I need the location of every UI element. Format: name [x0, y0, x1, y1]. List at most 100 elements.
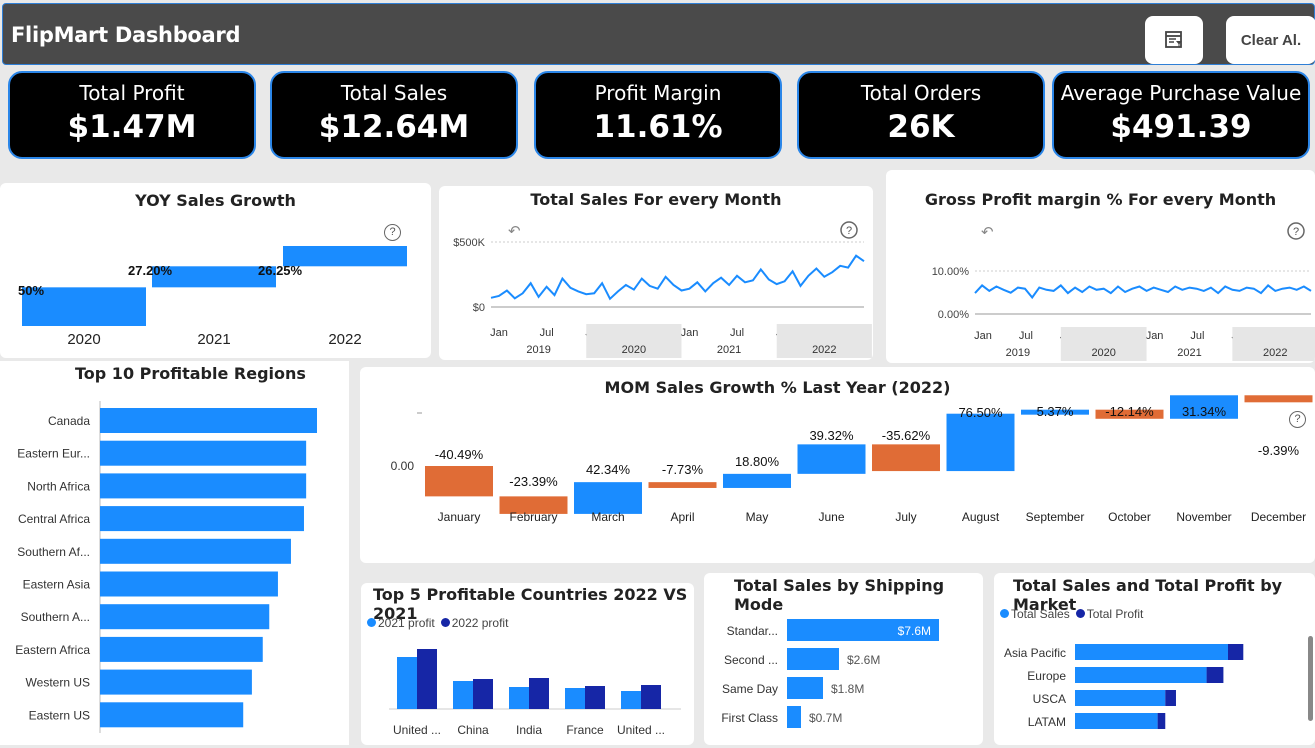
market-profit-bar: [1206, 667, 1224, 683]
clear-all-button[interactable]: Clear Al.: [1226, 16, 1315, 64]
x-tick-label: February: [509, 510, 557, 524]
region-bar: [100, 440, 307, 466]
x-tick-label: 2020: [67, 331, 100, 348]
year-label: 2021: [1177, 347, 1201, 359]
mom-data-label: -40.49%: [435, 447, 484, 462]
year-label: 2022: [1263, 347, 1287, 359]
page-title: FlipMart Dashboard: [11, 23, 241, 47]
market-sales-bar: [1075, 690, 1166, 706]
kpi-total-profit: Total Profit $1.47M: [8, 71, 256, 159]
help-icon-glyph: ?: [1293, 226, 1299, 238]
region-bar: [100, 604, 270, 630]
kpi-label: Total Orders: [860, 81, 982, 105]
x-tick-label: July: [895, 510, 916, 524]
mom-bar: [723, 473, 791, 488]
mom-data-label: -12.14%: [1105, 404, 1154, 419]
y-tick-label: LATAM: [1028, 715, 1066, 729]
help-icon-glyph: ?: [846, 225, 852, 237]
x-tick-label: United ...: [393, 723, 441, 737]
year-label: 2020: [622, 344, 646, 356]
y-tick-label: Asia Pacific: [1004, 646, 1066, 660]
y-tick-label: Eastern Africa: [15, 643, 90, 657]
x-tick-label: Jul: [730, 327, 744, 339]
x-tick-label: October: [1108, 510, 1151, 524]
x-tick-label: United ...: [617, 723, 665, 737]
y-tick-label: Same Day: [722, 682, 778, 696]
filter-pane-button[interactable]: [1145, 16, 1203, 64]
year-label: 2019: [1006, 347, 1030, 359]
yoy-chart: 50% 2020 27.20% 2021 26.25% 2022: [18, 246, 407, 348]
year-label: 2019: [526, 344, 550, 356]
market-chart: Asia Pacific Europe USCA LATAM: [1004, 644, 1244, 729]
x-tick-label: August: [962, 510, 1000, 524]
mom-bar: [797, 444, 866, 474]
mom-data-label: 31.34%: [1182, 404, 1227, 419]
region-bar: [100, 571, 278, 597]
data-label: $2.6M: [847, 653, 880, 667]
countries-chart: United ... China India France United ...: [389, 649, 681, 737]
kpi-value: $1.47M: [67, 109, 197, 145]
country-bar-2022: [585, 686, 605, 709]
y-tick-label: USCA: [1033, 692, 1066, 706]
region-bar: [100, 538, 291, 564]
region-bar: [100, 506, 304, 532]
region-bar: [100, 702, 244, 728]
monthly-sales-panel: Total Sales For every Month $500K $0 Jan Ju…: [439, 186, 873, 360]
shipping-bar: [787, 677, 823, 699]
mom-bar: [1244, 395, 1313, 403]
x-tick-label: March: [591, 510, 624, 524]
kpi-value: $12.64M: [318, 109, 470, 145]
region-bar: [100, 473, 307, 499]
kpi-label: Total Profit: [79, 81, 185, 105]
country-bar-2021: [397, 657, 417, 709]
y-tick-label: Second ...: [724, 653, 778, 667]
regions-chart: Canada Eastern Eur... North Africa Central …: [15, 401, 317, 733]
x-tick-label: Jul: [1019, 330, 1033, 342]
mom-data-label: 76.50%: [958, 405, 1003, 420]
y-tick-label: Standar...: [727, 624, 778, 638]
year-label: 2022: [812, 344, 836, 356]
x-tick-label: April: [670, 510, 694, 524]
mom-growth-panel: MOM Sales Growth % Last Year (2022) ? 0.…: [360, 367, 1315, 563]
x-tick-label: September: [1026, 510, 1085, 524]
x-tick-label: France: [566, 723, 604, 737]
y-tick-label: 10.00%: [932, 266, 970, 278]
y-tick-label: Eastern Eur...: [17, 447, 90, 461]
y-tick-label: Eastern US: [29, 708, 90, 722]
year-label: 2021: [717, 344, 741, 356]
market-profit-bar: [1165, 690, 1176, 706]
mom-data-label: 5.37%: [1037, 404, 1074, 419]
kpi-average-purchase-value: Average Purchase Value $491.39: [1052, 71, 1310, 159]
y-tick-label: Western US: [26, 676, 90, 690]
market-sales-bar: [1075, 644, 1228, 660]
country-bar-2021: [565, 688, 585, 709]
region-bar: [100, 636, 263, 662]
mom-data-label: 18.80%: [735, 454, 780, 469]
x-tick-label: January: [438, 510, 481, 524]
mom-data-label: -23.39%: [509, 474, 558, 489]
y-tick-label: Europe: [1027, 669, 1066, 683]
market-sales-bar: [1075, 713, 1158, 729]
y-tick-label: $0: [473, 302, 485, 314]
country-bar-2021: [453, 681, 473, 709]
y-tick-label: First Class: [721, 711, 778, 725]
x-tick-label: India: [516, 723, 542, 737]
x-tick-label: June: [818, 510, 844, 524]
x-tick-label: Jan: [1146, 330, 1164, 342]
gross-margin-panel: Gross Profit margin % For every Month 10…: [886, 170, 1315, 363]
y-tick-label: Eastern Asia: [23, 578, 91, 592]
y-tick-label: Canada: [48, 414, 90, 428]
country-bar-2022: [529, 678, 549, 709]
filter-pane-icon: [1165, 31, 1182, 48]
yoy-data-label: 27.20%: [128, 263, 173, 278]
gross-margin-chart: 10.00%0.00%JanJulJanJulJanJulJanJul20192…: [932, 222, 1315, 361]
back-icon: ↶: [981, 224, 994, 241]
kpi-label: Total Sales: [340, 81, 448, 105]
country-bar-2022: [473, 679, 493, 709]
x-tick-label: December: [1251, 510, 1306, 524]
market-panel: Total Sales and Total Profit by Market T…: [994, 573, 1315, 745]
kpi-label: Profit Margin: [594, 81, 722, 105]
monthly-sales-chart: $500K$0JanJulJanJulJanJulJanJul201920202…: [453, 221, 872, 358]
back-icon: ↶: [508, 223, 521, 240]
mom-bar: [946, 413, 1015, 472]
